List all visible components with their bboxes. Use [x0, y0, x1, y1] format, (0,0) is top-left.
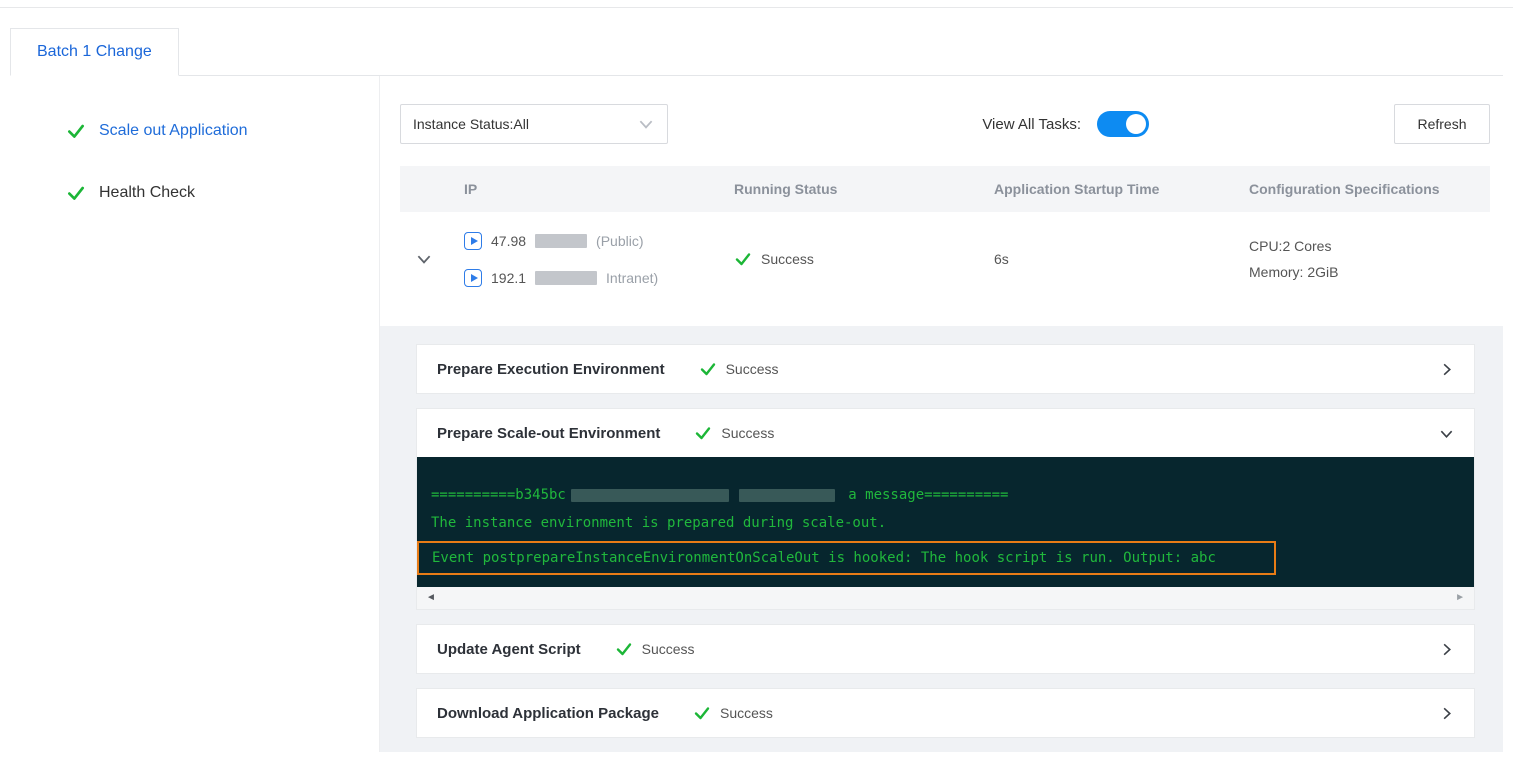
toolbar: Instance Status:All View All Tasks: Refr… — [400, 96, 1490, 152]
steps-sidebar: Scale out Application Health Check — [10, 76, 380, 752]
toggle-knob — [1126, 114, 1146, 134]
table-header: IP Running Status Application Startup Ti… — [400, 166, 1490, 212]
redacted-log-block — [570, 488, 729, 502]
log-output: ==========b345bc a message========== The… — [417, 457, 1474, 587]
section-title: Prepare Execution Environment — [437, 360, 665, 378]
main-content: Instance Status:All View All Tasks: Refr… — [380, 76, 1503, 752]
step-health-check[interactable]: Health Check — [66, 183, 379, 203]
view-all-tasks-toggle[interactable] — [1097, 111, 1149, 137]
instance-status-select[interactable]: Instance Status:All — [400, 104, 668, 144]
check-icon — [699, 360, 717, 378]
chevron-right-icon[interactable] — [1439, 706, 1454, 721]
section-header[interactable]: Update Agent Script Success — [417, 625, 1474, 673]
log-line-prepared: The instance environment is prepared dur… — [431, 515, 887, 531]
redacted-ip-block — [535, 233, 588, 248]
memory-spec: Memory: 2GiB — [1249, 264, 1339, 280]
check-icon — [66, 121, 86, 141]
section-title: Prepare Scale-out Environment — [437, 424, 661, 442]
scroll-left-arrow-icon[interactable]: ◄ — [426, 593, 436, 603]
highlighted-log-line: Event postprepareInstanceEnvironmentOnSc… — [417, 541, 1276, 575]
check-icon — [734, 250, 752, 268]
intranet-ip-line: 192.1 Intranet) — [448, 259, 718, 296]
view-all-tasks-group: View All Tasks: — [982, 111, 1149, 137]
ip-cell: 47.98 (Public) 192.1 Intranet) — [448, 222, 718, 296]
step-scale-out-application[interactable]: Scale out Application — [66, 121, 379, 141]
table-row: 47.98 (Public) 192.1 Intranet) Success 6… — [400, 212, 1490, 308]
section-prepare-execution-environment: Prepare Execution Environment Success — [416, 344, 1475, 394]
section-title: Download Application Package — [437, 704, 659, 722]
check-icon — [66, 183, 86, 203]
chevron-down-icon[interactable] — [1439, 426, 1454, 441]
check-icon — [694, 424, 712, 442]
public-ip-suffix: (Public) — [596, 232, 644, 249]
section-header[interactable]: Prepare Execution Environment Success — [417, 345, 1474, 393]
column-header-config-specs: Configuration Specifications — [1249, 181, 1440, 197]
tab-batch-1-change[interactable]: Batch 1 Change — [10, 28, 179, 76]
batch-panel: Scale out Application Health Check Insta… — [10, 75, 1503, 752]
intranet-ip-suffix: Intranet) — [606, 269, 659, 286]
column-header-startup-time: Application Startup Time — [994, 181, 1160, 197]
play-icon[interactable] — [464, 268, 482, 287]
refresh-button[interactable]: Refresh — [1394, 104, 1490, 144]
section-title: Update Agent Script — [437, 640, 581, 658]
redacted-ip-block — [535, 270, 598, 285]
public-ip-line: 47.98 (Public) — [448, 222, 718, 259]
chevron-right-icon[interactable] — [1439, 642, 1454, 657]
section-status-text: Success — [719, 705, 773, 721]
running-status-cell: Success — [718, 250, 978, 268]
chevron-down-icon — [637, 115, 655, 133]
section-header[interactable]: Prepare Scale-out Environment Success — [417, 409, 1474, 457]
tab-bar: Batch 1 Change — [0, 8, 1513, 76]
startup-time-cell: 6s — [994, 251, 1009, 267]
section-status: Success — [699, 360, 779, 378]
check-icon — [615, 640, 633, 658]
instance-status-value: Instance Status:All — [413, 116, 529, 132]
play-icon[interactable] — [464, 231, 482, 250]
section-status: Success — [694, 424, 774, 442]
section-download-application-package: Download Application Package Success — [416, 688, 1475, 738]
horizontal-scrollbar[interactable]: ◄ ► — [417, 587, 1474, 609]
config-specs-cell: CPU:2 Cores Memory: 2GiB — [1233, 233, 1490, 285]
section-header[interactable]: Download Application Package Success — [417, 689, 1474, 737]
column-header-ip: IP — [464, 181, 478, 197]
view-all-tasks-label: View All Tasks: — [982, 115, 1081, 133]
section-status: Success — [693, 704, 773, 722]
chevron-right-icon[interactable] — [1439, 362, 1454, 377]
step-label: Scale out Application — [99, 122, 248, 139]
section-status-text: Success — [641, 641, 695, 657]
section-status: Success — [615, 640, 695, 658]
task-sections: Prepare Execution Environment Success Pr… — [380, 326, 1503, 752]
log-line-banner: ==========b345bc a message========== — [431, 487, 1009, 503]
tab-label: Batch 1 Change — [37, 43, 152, 60]
column-header-running-status: Running Status — [734, 181, 838, 197]
scroll-right-arrow-icon[interactable]: ► — [1455, 593, 1465, 603]
public-ip-text: 47.98 — [491, 232, 527, 249]
section-prepare-scale-out-environment: Prepare Scale-out Environment Success ==… — [416, 408, 1475, 610]
section-status-text: Success — [721, 425, 775, 441]
row-expander[interactable] — [400, 250, 448, 268]
section-update-agent-script: Update Agent Script Success — [416, 624, 1475, 674]
intranet-ip-text: 192.1 — [491, 269, 527, 286]
check-icon — [693, 704, 711, 722]
top-divider — [0, 0, 1513, 8]
running-status-value: Success — [761, 251, 814, 267]
redacted-log-block — [738, 488, 835, 502]
step-label: Health Check — [99, 184, 196, 201]
section-status-text: Success — [725, 361, 779, 377]
cpu-spec: CPU:2 Cores — [1249, 238, 1332, 254]
